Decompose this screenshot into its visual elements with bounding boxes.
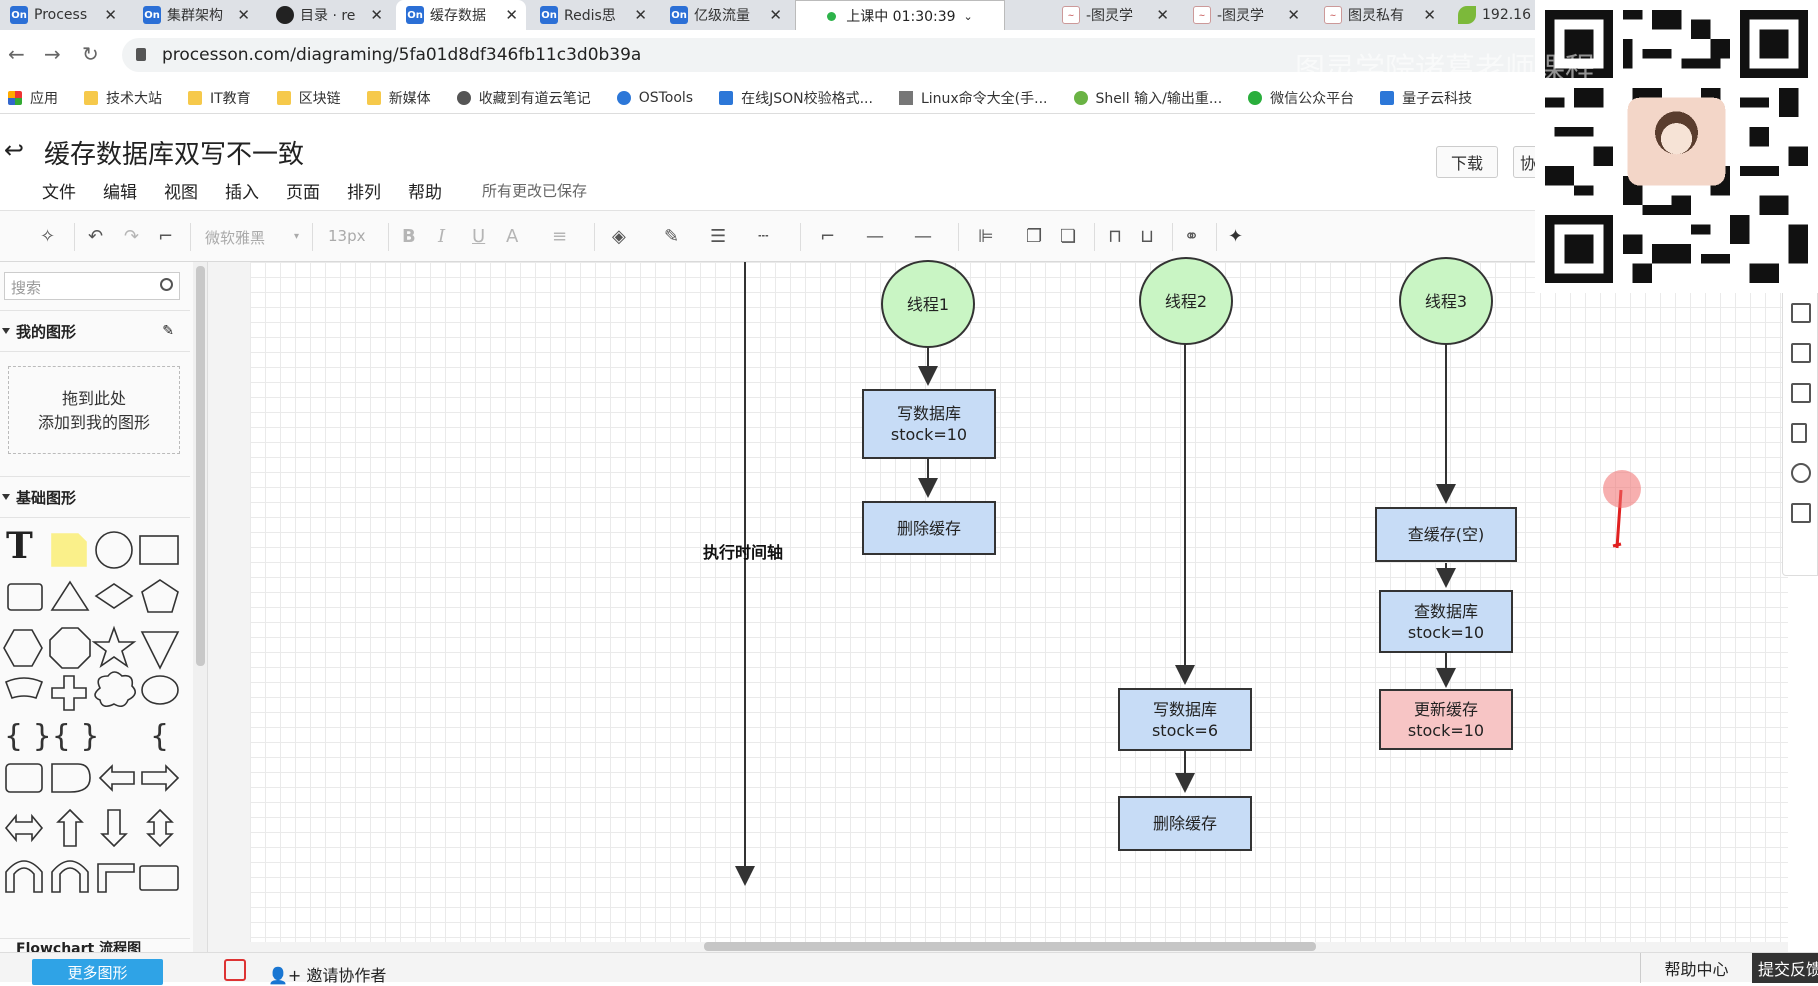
right-tool-strip	[1782, 262, 1818, 576]
step-node[interactable]: 删除缓存	[862, 501, 996, 555]
watermark-text: 图灵学院诸葛老师课程	[1295, 52, 1595, 87]
more-shapes-button[interactable]: 更多图形	[32, 959, 163, 985]
step-node[interactable]: 写数据库 stock=6	[1118, 688, 1252, 751]
bottom-bar: 更多图形 + 👤+ 邀请协作者 帮助中心 提交反馈	[0, 952, 1818, 985]
feedback-button[interactable]: 提交反馈	[1752, 953, 1818, 983]
data-icon[interactable]	[1791, 343, 1811, 363]
comment-icon[interactable]	[1791, 503, 1811, 523]
thread-node-2[interactable]: 线程2	[1139, 257, 1233, 345]
help-center-button[interactable]: 帮助中心	[1640, 953, 1752, 983]
step-node[interactable]: 查缓存(空)	[1375, 507, 1517, 562]
page-icon[interactable]	[1791, 423, 1807, 443]
layers-icon[interactable]	[1791, 383, 1811, 403]
thread-node-3[interactable]: 线程3	[1399, 257, 1493, 345]
step-node-highlight[interactable]: 更新缓存 stock=10	[1379, 689, 1513, 750]
step-node[interactable]: 写数据库 stock=10	[862, 389, 996, 459]
style-icon[interactable]	[1791, 303, 1811, 323]
timeline-label[interactable]: 执行时间轴	[703, 539, 783, 563]
canvas-scrollbar-horizontal[interactable]	[704, 942, 1316, 951]
invite-collaborator-button[interactable]: 👤+ 邀请协作者	[268, 962, 386, 986]
add-user-icon: 👤+	[268, 966, 307, 985]
pointer-highlight	[1603, 470, 1641, 508]
thread-node-1[interactable]: 线程1	[881, 260, 975, 348]
step-node[interactable]: 查数据库 stock=10	[1379, 590, 1513, 653]
step-node[interactable]: 删除缓存	[1118, 796, 1252, 851]
java-icon[interactable]	[224, 959, 246, 981]
history-icon[interactable]	[1791, 463, 1811, 483]
